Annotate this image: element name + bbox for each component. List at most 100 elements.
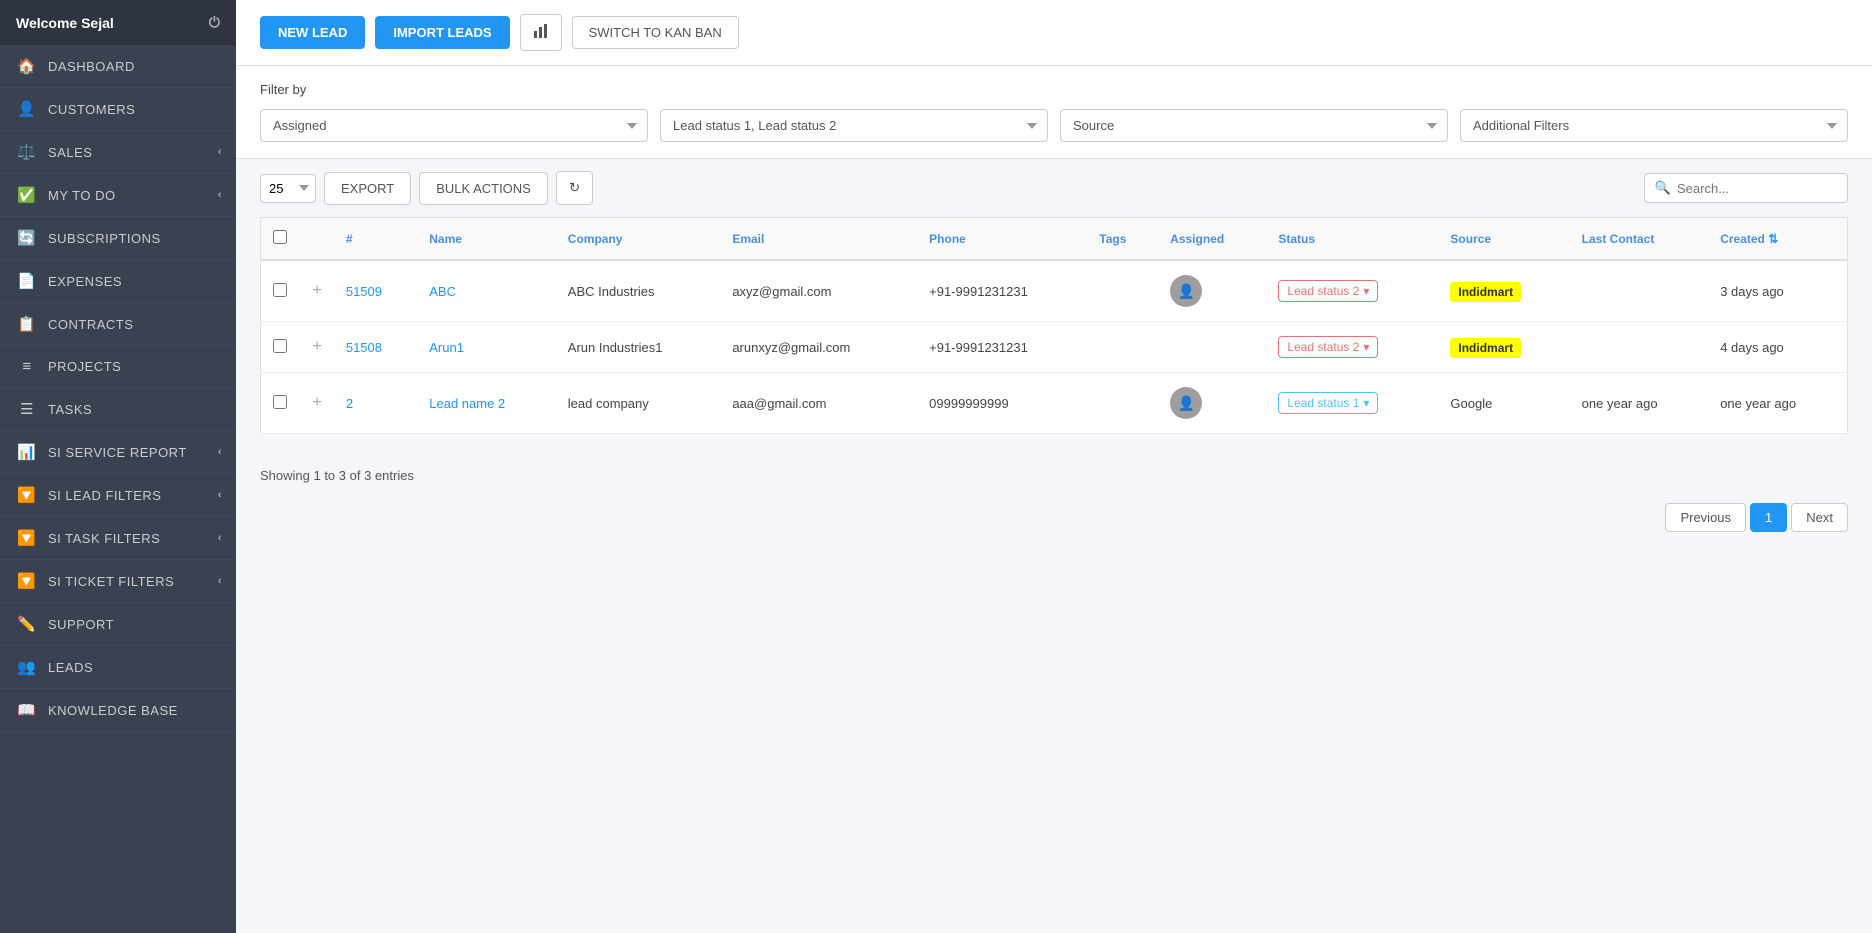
customers-icon: 👤 — [16, 100, 38, 118]
status-badge[interactable]: Lead status 2 ▾ — [1278, 336, 1378, 358]
table-row: + 51509 ABC ABC Industries axyz@gmail.co… — [261, 260, 1848, 322]
search-icon: 🔍 — [1655, 180, 1671, 196]
sidebar-item-tasks[interactable]: ☰ TASKS — [0, 388, 236, 431]
sidebar-label-si-ticket-filters: SI TICKET FILTERS — [48, 574, 174, 589]
si-ticket-filters-icon: 🔽 — [16, 572, 38, 590]
si-service-report-icon: 📊 — [16, 443, 38, 461]
col-created: Created ⇅ — [1708, 218, 1847, 261]
refresh-button[interactable]: ↻ — [556, 171, 593, 205]
next-page-button[interactable]: Next — [1791, 503, 1848, 532]
row-checkbox-2[interactable] — [273, 395, 287, 409]
sidebar-label-dashboard: DASHBOARD — [48, 59, 135, 74]
status-badge[interactable]: Lead status 1 ▾ — [1278, 392, 1378, 414]
lead-name-link[interactable]: ABC — [429, 284, 456, 299]
avatar: 👤 — [1170, 275, 1202, 307]
row-name: Lead name 2 — [417, 373, 556, 434]
sidebar-item-support[interactable]: ✏️ SUPPORT — [0, 603, 236, 646]
lead-id-link[interactable]: 2 — [346, 396, 353, 411]
lead-name-link[interactable]: Lead name 2 — [429, 396, 505, 411]
col-last-contact: Last Contact — [1570, 218, 1709, 261]
col-id: # — [334, 218, 417, 261]
row-expand-cell: + — [301, 260, 334, 322]
chevron-si-ticket-filters: ‹ — [218, 575, 222, 587]
row-created: 3 days ago — [1708, 260, 1847, 322]
sidebar-item-customers[interactable]: 👤 CUSTOMERS — [0, 88, 236, 131]
sidebar-label-support: SUPPORT — [48, 617, 114, 632]
row-company: lead company — [556, 373, 721, 434]
sidebar-label-contracts: CONTRACTS — [48, 317, 133, 332]
sidebar-item-subscriptions[interactable]: 🔄 SUBSCRIPTIONS — [0, 217, 236, 260]
status-chevron: ▾ — [1363, 396, 1369, 410]
si-lead-filters-icon: 🔽 — [16, 486, 38, 504]
status-badge[interactable]: Lead status 2 ▾ — [1278, 280, 1378, 302]
col-source: Source — [1438, 218, 1569, 261]
row-source: Indidmart — [1438, 322, 1569, 373]
row-id: 51508 — [334, 322, 417, 373]
switch-kanban-button[interactable]: SWITCH TO KAN BAN — [572, 16, 739, 49]
col-company: Company — [556, 218, 721, 261]
row-last-contact — [1570, 322, 1709, 373]
sidebar-label-si-lead-filters: SI LEAD FILTERS — [48, 488, 161, 503]
col-status: Status — [1266, 218, 1438, 261]
power-icon[interactable]: ⏻ — [209, 14, 220, 31]
sidebar-item-si-service-report[interactable]: 📊 SI SERVICE REPORT ‹ — [0, 431, 236, 474]
page-size-select[interactable]: 25 50 100 — [260, 174, 316, 203]
sidebar-label-customers: CUSTOMERS — [48, 102, 135, 117]
sidebar-label-sales: SALES — [48, 145, 92, 160]
lead-name-link[interactable]: Arun1 — [429, 340, 464, 355]
sidebar-item-si-ticket-filters[interactable]: 🔽 SI TICKET FILTERS ‹ — [0, 560, 236, 603]
row-checkbox-cell — [261, 373, 301, 434]
sidebar-item-expenses[interactable]: 📄 EXPENSES — [0, 260, 236, 303]
sort-icon[interactable]: ⇅ — [1768, 232, 1778, 246]
filter-section: Filter by Assigned Lead status 1, Lead s… — [236, 66, 1872, 159]
lead-id-link[interactable]: 51509 — [346, 284, 382, 299]
select-all-checkbox[interactable] — [273, 230, 287, 244]
row-email: aaa@gmail.com — [720, 373, 917, 434]
row-source: Indidmart — [1438, 260, 1569, 322]
lead-id-link[interactable]: 51508 — [346, 340, 382, 355]
row-checkbox-0[interactable] — [273, 283, 287, 297]
tasks-icon: ☰ — [16, 400, 38, 418]
contracts-icon: 📋 — [16, 315, 38, 333]
sidebar-item-leads[interactable]: 👥 LEADS — [0, 646, 236, 689]
row-tags — [1087, 373, 1158, 434]
row-name: Arun1 — [417, 322, 556, 373]
export-button[interactable]: EXPORT — [324, 172, 411, 205]
row-last-contact: one year ago — [1570, 373, 1709, 434]
subscriptions-icon: 🔄 — [16, 229, 38, 247]
row-expand-btn-0[interactable]: + — [313, 282, 322, 300]
row-status: Lead status 2 ▾ — [1266, 260, 1438, 322]
search-box: 🔍 — [1644, 173, 1848, 203]
row-created: 4 days ago — [1708, 322, 1847, 373]
sidebar-item-si-lead-filters[interactable]: 🔽 SI LEAD FILTERS ‹ — [0, 474, 236, 517]
bulk-actions-button[interactable]: BULK ACTIONS — [419, 172, 548, 205]
source-badge: Indidmart — [1450, 282, 1521, 302]
row-expand-btn-2[interactable]: + — [313, 394, 322, 412]
avatar: 👤 — [1170, 387, 1202, 419]
row-checkbox-1[interactable] — [273, 339, 287, 353]
assigned-filter[interactable]: Assigned — [260, 109, 648, 142]
status-filter[interactable]: Lead status 1, Lead status 2 — [660, 109, 1048, 142]
sidebar-item-projects[interactable]: ≡ PROJECTS — [0, 346, 236, 388]
prev-page-button[interactable]: Previous — [1665, 503, 1746, 532]
row-expand-btn-1[interactable]: + — [313, 338, 322, 356]
row-assigned — [1158, 322, 1266, 373]
sidebar-item-contracts[interactable]: 📋 CONTRACTS — [0, 303, 236, 346]
source-filter[interactable]: Source — [1060, 109, 1448, 142]
row-checkbox-cell — [261, 260, 301, 322]
sidebar-item-sales[interactable]: ⚖️ SALES ‹ — [0, 131, 236, 174]
sidebar-item-si-task-filters[interactable]: 🔽 SI TASK FILTERS ‹ — [0, 517, 236, 560]
page-1-button[interactable]: 1 — [1750, 503, 1787, 532]
search-input[interactable] — [1677, 181, 1837, 196]
filter-label: Filter by — [260, 82, 1848, 97]
table-header: # Name Company Email Phone Tags Assigned… — [261, 218, 1848, 261]
row-company: ABC Industries — [556, 260, 721, 322]
sidebar-item-knowledge-base[interactable]: 📖 KNOWLEDGE BASE — [0, 689, 236, 732]
col-tags: Tags — [1087, 218, 1158, 261]
import-leads-button[interactable]: IMPORT LEADS — [375, 16, 509, 49]
new-lead-button[interactable]: NEW LEAD — [260, 16, 365, 49]
chart-icon-button[interactable] — [520, 14, 562, 51]
sidebar-item-my-to-do[interactable]: ✅ MY TO DO ‹ — [0, 174, 236, 217]
additional-filter[interactable]: Additional Filters — [1460, 109, 1848, 142]
sidebar-item-dashboard[interactable]: 🏠 DASHBOARD — [0, 45, 236, 88]
